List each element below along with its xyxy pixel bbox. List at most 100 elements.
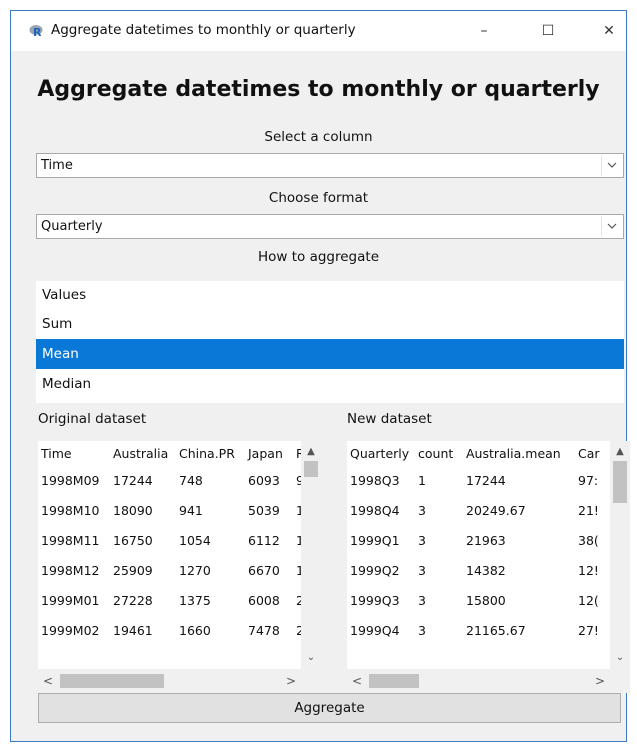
- table-cell: 3: [418, 622, 426, 638]
- table-row[interactable]: 1998M101809094150391(: [38, 495, 313, 525]
- list-item-mean[interactable]: Mean: [36, 339, 624, 369]
- table-cell: 1999Q4: [350, 622, 400, 638]
- list-item-median[interactable]: Median: [36, 369, 624, 399]
- table-cell: 1999Q1: [350, 532, 400, 548]
- table-cell: 3: [418, 562, 426, 578]
- scroll-thumb[interactable]: [304, 461, 318, 477]
- table-cell: 1998M09: [41, 472, 100, 488]
- table-cell: 14382: [466, 562, 506, 578]
- table-cell: 1998Q4: [350, 502, 400, 518]
- table-cell: 3: [418, 592, 426, 608]
- table-row[interactable]: 1998M091724474860939': [38, 465, 313, 495]
- new-dataset-table[interactable]: Quarterly count Australia.mean Car 1998Q…: [347, 441, 630, 693]
- column-header[interactable]: Time: [38, 441, 110, 465]
- table-cell: 20249.67: [466, 502, 526, 518]
- table-cell: 12(: [578, 592, 599, 608]
- table-cell: 1998M10: [41, 502, 100, 518]
- scroll-up-arrow-icon[interactable]: ▲: [301, 445, 321, 459]
- table-cell: 27228: [113, 592, 153, 608]
- table-header-row: Quarterly count Australia.mean Car: [347, 441, 603, 465]
- scroll-left-arrow-icon[interactable]: <: [38, 669, 58, 693]
- table-cell: 1999Q3: [350, 592, 400, 608]
- table-row[interactable]: 1998M1225909127066701{: [38, 555, 313, 585]
- table-row[interactable]: 1998Q4 3 20249.67 21!: [347, 495, 603, 525]
- table-cell: 1375: [179, 592, 211, 608]
- table-cell: 1998M11: [41, 532, 100, 548]
- chevron-down-icon[interactable]: [601, 216, 622, 237]
- scroll-down-arrow-icon[interactable]: ⌄: [301, 651, 321, 665]
- column-header[interactable]: Car: [575, 441, 603, 465]
- format-select[interactable]: Quarterly: [36, 214, 624, 239]
- table-row[interactable]: 1999M0219461166074782;: [38, 615, 313, 645]
- table-cell: 25909: [113, 562, 153, 578]
- aggregate-method-label: How to aggregate: [258, 249, 379, 265]
- scroll-right-arrow-icon[interactable]: >: [590, 669, 610, 693]
- table-row[interactable]: 1999Q3 3 15800 12(: [347, 585, 603, 615]
- column-header[interactable]: China.PR: [176, 441, 245, 465]
- table-cell: 3: [418, 502, 426, 518]
- original-dataset-table[interactable]: Time Australia China.PR Japan Re 1998M09…: [38, 441, 321, 693]
- table-row[interactable]: 1999M0127228137560082': [38, 585, 313, 615]
- scroll-thumb[interactable]: [613, 461, 627, 503]
- chevron-down-icon[interactable]: [601, 155, 622, 176]
- table-cell: 21!: [578, 502, 599, 518]
- r-logo-icon: R: [29, 25, 43, 38]
- window-title: Aggregate datetimes to monthly or quarte…: [51, 22, 356, 38]
- maximize-button[interactable]: ☐: [526, 17, 570, 45]
- table-header-row: Time Australia China.PR Japan Re: [38, 441, 313, 465]
- column-header[interactable]: Japan: [245, 441, 293, 465]
- horizontal-scrollbar[interactable]: < >: [347, 669, 610, 693]
- table-cell: 21963: [466, 532, 506, 548]
- svg-text:R: R: [33, 26, 42, 38]
- minimize-button[interactable]: –: [462, 17, 506, 45]
- scroll-right-arrow-icon[interactable]: >: [281, 669, 301, 693]
- table-cell: 16750: [113, 532, 153, 548]
- table-cell: 3: [418, 532, 426, 548]
- close-button[interactable]: ✕: [587, 17, 631, 45]
- list-item-values[interactable]: Values: [36, 281, 624, 309]
- scroll-thumb[interactable]: [60, 674, 164, 688]
- column-header[interactable]: Australia.mean: [463, 441, 575, 465]
- format-select-value: Quarterly: [41, 219, 103, 234]
- table-cell: 12!: [578, 562, 599, 578]
- page-title: Aggregate datetimes to monthly or quarte…: [37, 77, 600, 102]
- table-cell: 17244: [466, 472, 506, 488]
- aggregate-button[interactable]: Aggregate: [38, 693, 621, 723]
- app-window: R Aggregate datetimes to monthly or quar…: [10, 10, 630, 742]
- table-row[interactable]: 1999Q2 3 14382 12!: [347, 555, 603, 585]
- scroll-left-arrow-icon[interactable]: <: [347, 669, 367, 693]
- scroll-thumb[interactable]: [369, 674, 419, 688]
- table-row[interactable]: 1998Q3 1 17244 97:: [347, 465, 603, 495]
- table-cell: 19461: [113, 622, 153, 638]
- scroll-corner: [301, 669, 321, 693]
- table-row[interactable]: 1999Q4 3 21165.67 27!: [347, 615, 603, 645]
- list-item-sum[interactable]: Sum: [36, 309, 624, 339]
- column-header[interactable]: Quarterly: [347, 441, 415, 465]
- table-cell: 27!: [578, 622, 599, 638]
- aggregate-method-list[interactable]: Values Sum Mean Median: [36, 281, 624, 403]
- table-cell: 6093: [248, 472, 280, 488]
- table-cell: 18090: [113, 502, 153, 518]
- new-grid: Quarterly count Australia.mean Car 1998Q…: [347, 441, 603, 645]
- column-select-value: Time: [41, 158, 73, 173]
- scroll-down-arrow-icon[interactable]: ⌄: [610, 651, 630, 665]
- column-select[interactable]: Time: [36, 153, 624, 178]
- column-header[interactable]: Australia: [110, 441, 176, 465]
- table-cell: 1999Q2: [350, 562, 400, 578]
- column-header[interactable]: count: [415, 441, 463, 465]
- table-cell: 1054: [179, 532, 211, 548]
- table-row[interactable]: 1999Q1 3 21963 38(: [347, 525, 603, 555]
- vertical-scrollbar[interactable]: ▲ ⌄: [301, 441, 321, 669]
- table-cell: 6008: [248, 592, 280, 608]
- original-grid: Time Australia China.PR Japan Re 1998M09…: [38, 441, 313, 645]
- scroll-up-arrow-icon[interactable]: ▲: [610, 445, 630, 459]
- horizontal-scrollbar[interactable]: < >: [38, 669, 301, 693]
- vertical-scrollbar[interactable]: ▲ ⌄: [610, 441, 630, 669]
- table-cell: 17244: [113, 472, 153, 488]
- table-cell: 38(: [578, 532, 599, 548]
- table-cell: 941: [179, 502, 203, 518]
- format-select-label: Choose format: [268, 190, 369, 206]
- table-row[interactable]: 1998M1116750105461121': [38, 525, 313, 555]
- table-cell: 21165.67: [466, 622, 526, 638]
- title-bar[interactable]: R Aggregate datetimes to monthly or quar…: [11, 11, 626, 51]
